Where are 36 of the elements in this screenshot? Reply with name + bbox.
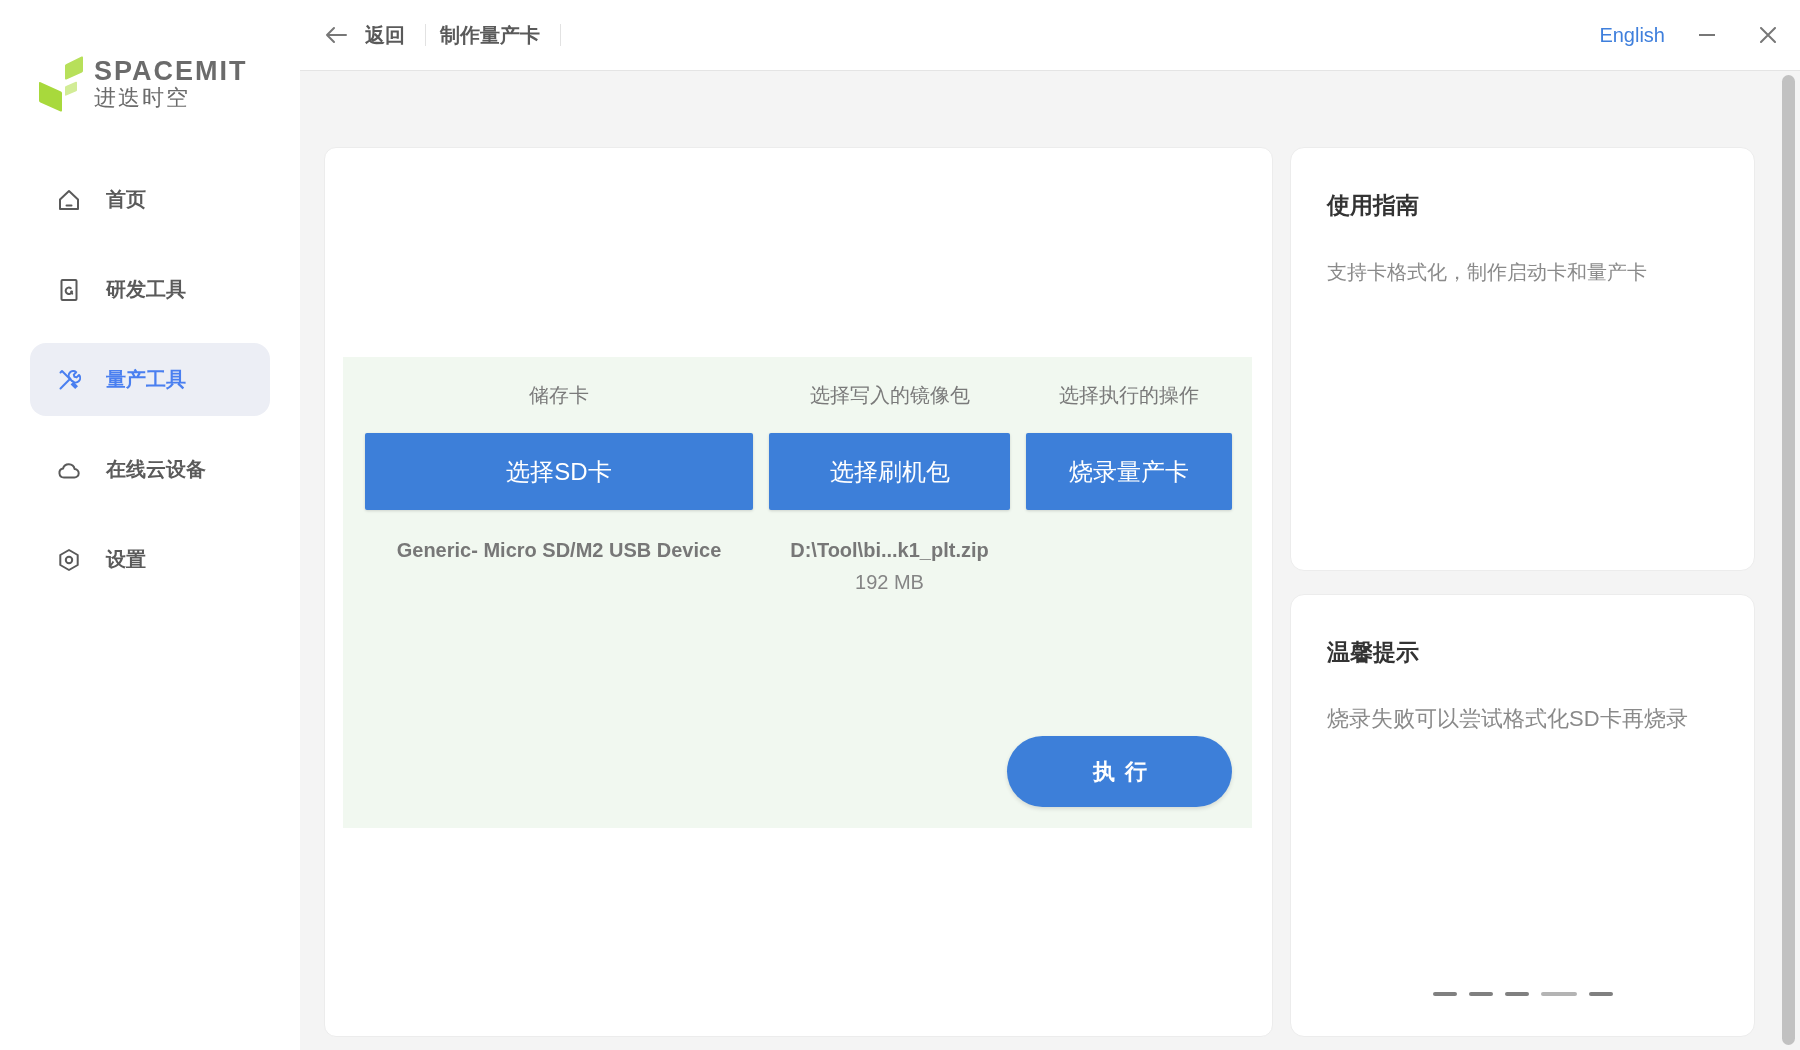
- carousel-indicator[interactable]: [1468, 992, 1493, 996]
- burn-mode-button[interactable]: 烧录量产卡: [1026, 433, 1232, 510]
- select-card-button[interactable]: 选择SD卡: [365, 433, 753, 510]
- settings-icon: [57, 547, 81, 572]
- file-size: 192 MB: [855, 570, 924, 595]
- device-name: Generic- Micro SD/M2 USB Device: [396, 538, 722, 563]
- nav-item[interactable]: 量产工具: [30, 343, 270, 416]
- file-path: D:\Tool\bi...k1_plt.zip: [790, 538, 989, 563]
- nav-item[interactable]: 首页: [30, 163, 270, 236]
- carousel-indicator[interactable]: [1504, 992, 1529, 996]
- logo-wordmark: SPACEMIT: [94, 57, 248, 85]
- card-title: 使用指南: [1327, 191, 1419, 220]
- scrollbar-thumb[interactable]: [1782, 75, 1795, 1045]
- nav-item[interactable]: 研发工具: [30, 253, 270, 326]
- carousel-indicator[interactable]: [1540, 992, 1577, 996]
- carousel-indicator[interactable]: [1588, 992, 1613, 996]
- card-text: 支持卡格式化，制作启动卡和量产卡: [1327, 260, 1647, 285]
- card-title: 温馨提示: [1327, 638, 1419, 667]
- select-package-button[interactable]: 选择刷机包: [769, 433, 1010, 510]
- logo-mark-icon: [39, 55, 83, 112]
- page-title: 制作量产卡: [440, 22, 540, 48]
- arrow-left-icon: [325, 26, 347, 44]
- carousel-indicator[interactable]: [1432, 992, 1457, 996]
- close-icon[interactable]: [1760, 27, 1776, 43]
- execute-button[interactable]: 执行: [1007, 736, 1232, 807]
- back-button[interactable]: 返回: [325, 21, 405, 49]
- column-heading: 选择写入的镜像包: [809, 383, 970, 408]
- nav-item[interactable]: 设置: [30, 523, 270, 596]
- language-link[interactable]: English: [1599, 23, 1665, 47]
- column-heading: 储存卡: [529, 383, 589, 408]
- home-icon: [57, 187, 81, 212]
- nav-item[interactable]: 在线云设备: [30, 433, 270, 506]
- logo-tagline: 进迭时空: [94, 84, 191, 110]
- tools-icon: [57, 367, 81, 392]
- card-text: 烧录失败可以尝试格式化SD卡再烧录: [1327, 705, 1688, 733]
- column-heading: 选择执行的操作: [1059, 383, 1199, 408]
